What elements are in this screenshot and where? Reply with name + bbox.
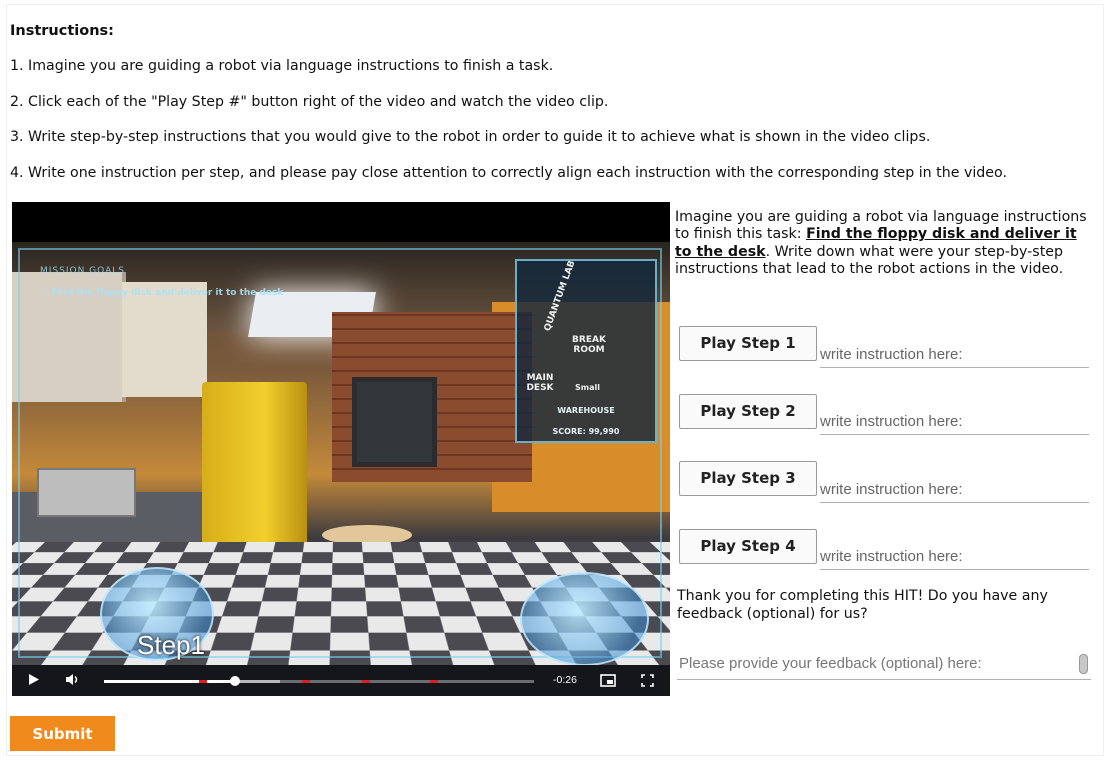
step-marker-1[interactable] <box>199 680 207 683</box>
step-marker-4[interactable] <box>430 680 438 683</box>
textarea-resize-handle[interactable] <box>1079 654 1088 674</box>
minimap-location: WAREHOUSE <box>557 406 615 415</box>
video-time-remaining: -0:26 <box>553 674 577 686</box>
minimap-room-small: Small <box>575 383 600 392</box>
video-played-bar <box>104 680 235 683</box>
step-4-instruction-input[interactable] <box>820 543 1089 570</box>
fullscreen-icon[interactable] <box>641 674 654 691</box>
minimap-room-break-room: BREAK ROOM <box>572 335 606 355</box>
video-buffered-bar <box>235 680 280 683</box>
video-progress-track[interactable] <box>104 676 534 686</box>
robot-right-paw <box>520 572 649 666</box>
picture-in-picture-icon[interactable] <box>600 674 616 691</box>
play-step-1-button[interactable]: Play Step 1 <box>679 326 817 361</box>
feedback-question: Thank you for completing this HIT! Do yo… <box>677 588 1048 622</box>
play-icon[interactable] <box>28 673 40 690</box>
step-1-instruction-input[interactable] <box>820 341 1089 368</box>
hud-mission-title: MISSION GOALS <box>40 266 125 276</box>
task-description: Imagine you are guiding a robot via lang… <box>675 209 1095 278</box>
minimap: QUANTUM LAB BREAK ROOM MAIN DESK Small W… <box>515 259 657 443</box>
hud-task-text: ☐ Find the floppy disk and deliver it to… <box>40 288 284 298</box>
step-overlay-text: Step1 <box>137 630 205 660</box>
instruction-line-4: 4. Write one instruction per step, and p… <box>10 165 1007 181</box>
play-step-2-button[interactable]: Play Step 2 <box>679 394 817 429</box>
step-2-instruction-input[interactable] <box>820 408 1089 435</box>
minimap-room-main-desk: MAIN DESK <box>526 373 554 393</box>
instruction-line-2: 2. Click each of the "Play Step #" butto… <box>10 94 609 110</box>
video-player[interactable]: MISSION GOALS ☐ Find the floppy disk and… <box>12 202 670 696</box>
volume-icon[interactable] <box>65 673 81 690</box>
step-marker-3[interactable] <box>362 680 370 683</box>
instruction-line-3: 3. Write step-by-step instructions that … <box>10 129 931 145</box>
hud-task-label: Find the floppy disk and deliver it to t… <box>51 288 284 298</box>
video-controls: -0:26 <box>12 665 670 696</box>
play-step-4-button[interactable]: Play Step 4 <box>679 529 817 564</box>
step-marker-2[interactable] <box>302 680 310 683</box>
minimap-score: SCORE: 99,990 <box>552 427 620 436</box>
minimap-room-quantum-lab: QUANTUM LAB <box>542 259 578 333</box>
feedback-textarea[interactable] <box>677 650 1091 680</box>
instructions-title: Instructions: <box>10 23 114 39</box>
video-scrub-handle[interactable] <box>230 676 240 686</box>
play-step-3-button[interactable]: Play Step 3 <box>679 461 817 496</box>
instruction-line-1: 1. Imagine you are guiding a robot via l… <box>10 58 554 74</box>
step-3-instruction-input[interactable] <box>820 476 1089 503</box>
submit-button[interactable]: Submit <box>10 716 115 751</box>
